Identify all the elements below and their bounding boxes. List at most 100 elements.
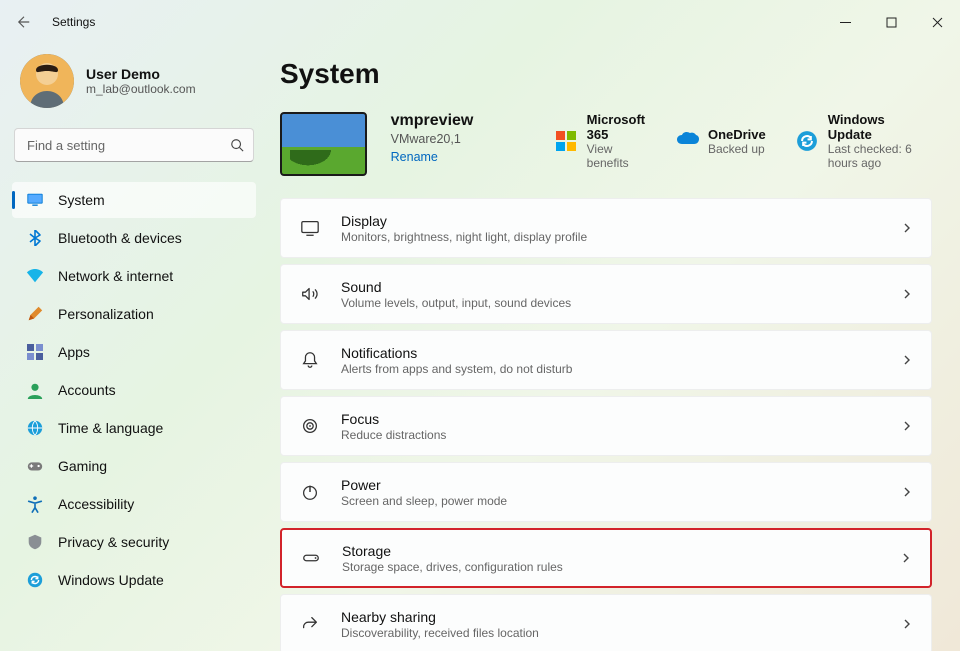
windows-update-icon <box>26 571 44 589</box>
sidebar-item-time-language[interactable]: Time & language <box>12 410 256 446</box>
row-notifications[interactable]: NotificationsAlerts from apps and system… <box>280 330 932 390</box>
sidebar-item-gaming[interactable]: Gaming <box>12 448 256 484</box>
profile-email: m_lab@outlook.com <box>86 82 196 96</box>
rename-link[interactable]: Rename <box>391 150 531 164</box>
sidebar-item-label: Time & language <box>58 420 163 436</box>
sidebar-item-accessibility[interactable]: Accessibility <box>12 486 256 522</box>
row-title: Storage <box>342 543 563 559</box>
titlebar: Settings <box>0 0 960 44</box>
row-sub: Volume levels, output, input, sound devi… <box>341 296 571 310</box>
privacy-icon <box>26 533 44 551</box>
gaming-icon <box>26 457 44 475</box>
accounts-icon <box>26 381 44 399</box>
profile-name: User Demo <box>86 66 196 82</box>
content-area: System vmpreview VMware20,1 Rename Micro… <box>268 44 960 651</box>
tile-sub: Backed up <box>708 142 766 156</box>
row-nearby-sharing[interactable]: Nearby sharingDiscoverability, received … <box>280 594 932 651</box>
desktop-preview <box>280 112 367 176</box>
row-sound[interactable]: SoundVolume levels, output, input, sound… <box>280 264 932 324</box>
row-focus[interactable]: FocusReduce distractions <box>280 396 932 456</box>
sidebar-item-windows-update[interactable]: Windows Update <box>12 562 256 598</box>
tile-windows-update[interactable]: Windows UpdateLast checked: 6 hours ago <box>796 112 932 170</box>
tile-onedrive[interactable]: OneDriveBacked up <box>676 112 766 170</box>
row-title: Focus <box>341 411 446 427</box>
tile-sub: View benefits <box>587 142 646 170</box>
search-input[interactable] <box>14 128 254 162</box>
network-icon <box>26 267 44 285</box>
settings-list: DisplayMonitors, brightness, night light… <box>280 198 932 651</box>
row-sub: Alerts from apps and system, do not dist… <box>341 362 572 376</box>
device-name: vmpreview <box>391 112 531 130</box>
accessibility-icon <box>26 495 44 513</box>
sidebar-item-label: Gaming <box>58 458 107 474</box>
sidebar-item-label: Privacy & security <box>58 534 169 550</box>
notifications-icon <box>299 349 321 371</box>
system-icon <box>26 191 44 209</box>
row-storage[interactable]: StorageStorage space, drives, configurat… <box>280 528 932 588</box>
chevron-right-icon <box>901 222 913 234</box>
row-title: Display <box>341 213 587 229</box>
close-icon <box>932 17 943 28</box>
personalization-icon <box>26 305 44 323</box>
update-icon <box>796 130 818 152</box>
search-wrap <box>14 128 254 162</box>
row-title: Nearby sharing <box>341 609 539 625</box>
row-title: Notifications <box>341 345 572 361</box>
sidebar-item-label: Personalization <box>58 306 154 322</box>
sidebar-item-label: Accessibility <box>58 496 134 512</box>
sidebar-item-label: Apps <box>58 344 90 360</box>
close-button[interactable] <box>914 6 960 38</box>
row-power[interactable]: PowerScreen and sleep, power mode <box>280 462 932 522</box>
avatar <box>20 54 74 108</box>
nearby-sharing-icon <box>299 613 321 635</box>
tile-sub: Last checked: 6 hours ago <box>828 142 932 170</box>
microsoft365-icon <box>555 130 577 152</box>
minimize-button[interactable] <box>822 6 868 38</box>
row-title: Power <box>341 477 507 493</box>
row-display[interactable]: DisplayMonitors, brightness, night light… <box>280 198 932 258</box>
chevron-right-icon <box>901 486 913 498</box>
row-sub: Screen and sleep, power mode <box>341 494 507 508</box>
row-sub: Storage space, drives, configuration rul… <box>342 560 563 574</box>
chevron-right-icon <box>901 354 913 366</box>
sidebar-nav: System Bluetooth & devices Network & int… <box>12 182 256 598</box>
sidebar-item-network[interactable]: Network & internet <box>12 258 256 294</box>
sidebar-item-apps[interactable]: Apps <box>12 334 256 370</box>
device-header: vmpreview VMware20,1 Rename Microsoft 36… <box>280 112 932 176</box>
row-sub: Discoverability, received files location <box>341 626 539 640</box>
sidebar-item-label: Windows Update <box>58 572 164 588</box>
bluetooth-icon <box>26 229 44 247</box>
sidebar-item-accounts[interactable]: Accounts <box>12 372 256 408</box>
sidebar: User Demo m_lab@outlook.com System Bluet… <box>0 44 268 651</box>
row-title: Sound <box>341 279 571 295</box>
search-icon <box>230 138 244 152</box>
sidebar-item-privacy[interactable]: Privacy & security <box>12 524 256 560</box>
minimize-icon <box>840 17 851 28</box>
sidebar-item-label: Bluetooth & devices <box>58 230 182 246</box>
row-sub: Reduce distractions <box>341 428 446 442</box>
chevron-right-icon <box>900 552 912 564</box>
back-button[interactable] <box>14 12 34 32</box>
tile-microsoft365[interactable]: Microsoft 365View benefits <box>555 112 646 170</box>
window-title: Settings <box>52 15 95 29</box>
sidebar-item-personalization[interactable]: Personalization <box>12 296 256 332</box>
profile-block[interactable]: User Demo m_lab@outlook.com <box>12 44 256 124</box>
apps-icon <box>26 343 44 361</box>
page-title: System <box>280 58 932 90</box>
tile-title: Microsoft 365 <box>587 112 646 142</box>
device-model: VMware20,1 <box>391 132 531 146</box>
focus-icon <box>299 415 321 437</box>
maximize-button[interactable] <box>868 6 914 38</box>
maximize-icon <box>886 17 897 28</box>
storage-icon <box>300 547 322 569</box>
onedrive-icon <box>676 130 698 152</box>
sidebar-item-label: System <box>58 192 105 208</box>
chevron-right-icon <box>901 618 913 630</box>
sound-icon <box>299 283 321 305</box>
sidebar-item-system[interactable]: System <box>12 182 256 218</box>
power-icon <box>299 481 321 503</box>
row-sub: Monitors, brightness, night light, displ… <box>341 230 587 244</box>
sidebar-item-label: Network & internet <box>58 268 173 284</box>
chevron-right-icon <box>901 288 913 300</box>
sidebar-item-bluetooth[interactable]: Bluetooth & devices <box>12 220 256 256</box>
